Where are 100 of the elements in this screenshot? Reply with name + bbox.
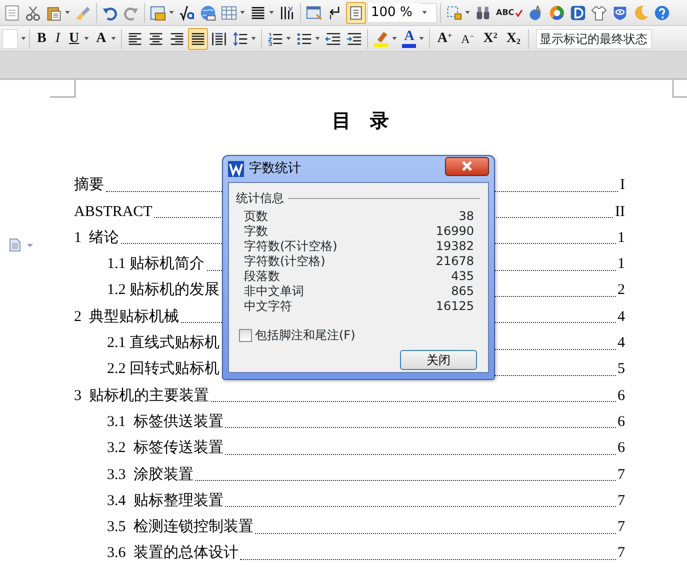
- markup-display-field[interactable]: 显示标记的最终状态: [536, 28, 652, 48]
- check-icon: [515, 8, 524, 16]
- globe-icon: [200, 4, 216, 20]
- contents-heading: 目 录: [332, 111, 389, 132]
- align-left-icon: [127, 30, 144, 46]
- brush-icon: [75, 4, 91, 20]
- bold-button[interactable]: B: [33, 28, 50, 50]
- stat-value: 16990: [436, 224, 474, 239]
- moon-icon: [633, 4, 650, 20]
- increase-indent-icon: [346, 30, 362, 46]
- close-button[interactable]: [445, 156, 489, 176]
- caret-icon[interactable]: [169, 11, 174, 14]
- page-number: I: [620, 176, 625, 196]
- toc-entry: 3 贴标机的主要装置: [74, 386, 209, 406]
- caret-icon[interactable]: [240, 11, 245, 14]
- page-corner-mark: [50, 80, 76, 98]
- italic-button[interactable]: I: [51, 28, 64, 50]
- page-number: 7: [618, 466, 625, 485]
- page-number: 4: [618, 308, 625, 327]
- bullet-list-icon: [296, 30, 312, 46]
- caret-icon[interactable]: [111, 37, 116, 40]
- spellcheck-button[interactable]: ABC: [494, 2, 526, 24]
- caret-icon[interactable]: [269, 11, 274, 14]
- underline-button[interactable]: U: [65, 28, 92, 50]
- superscript-button[interactable]: X$^{2}$: [479, 28, 502, 50]
- font-size-field[interactable]: [2, 28, 18, 48]
- toc-entry: 1 绪论: [74, 228, 119, 248]
- page-number: 2: [618, 281, 625, 300]
- align-justify-button[interactable]: [188, 28, 208, 50]
- align-justify-icon: [190, 30, 206, 46]
- formula-icon: [179, 4, 195, 20]
- caret-icon[interactable]: [84, 37, 90, 40]
- text-direction-icon: [279, 4, 295, 20]
- dialog-title: 字数统计: [249, 160, 301, 178]
- caret-icon[interactable]: [422, 11, 427, 14]
- stat-label: 字符数(计空格): [244, 254, 326, 269]
- toc-entry: 1.2 贴标机的发展: [107, 280, 220, 300]
- toc-entry: 2 典型贴标机械: [74, 308, 179, 327]
- stat-value: 19382: [436, 239, 474, 254]
- table-icon: [221, 4, 237, 20]
- group-label: 统计信息: [236, 190, 284, 207]
- page-number: 1: [618, 255, 625, 274]
- text-effects-button[interactable]: A: [92, 28, 118, 50]
- stat-label: 中文字符: [244, 299, 292, 314]
- stat-label: 段落数: [244, 269, 280, 284]
- page-number: 7: [618, 518, 625, 538]
- grow-font-button[interactable]: A$^{+}$: [433, 28, 456, 50]
- page-corner-mark: [672, 80, 687, 98]
- app-logo-icon: [228, 161, 244, 177]
- shirt-icon: [591, 4, 608, 20]
- shrink-font-button[interactable]: A$^{−}$: [457, 28, 478, 50]
- toc-entry: 3.2 标签传送装置: [107, 438, 224, 458]
- toc-entry: 3.5 检测连锁控制装置: [107, 518, 254, 538]
- toc-entry: 3.1 标签供送装置: [107, 412, 224, 432]
- page-icon: [4, 4, 20, 20]
- page-number: 7: [618, 544, 625, 564]
- toc-entry: 摘要: [74, 176, 104, 196]
- caret-icon[interactable]: [315, 37, 320, 40]
- d-logo-icon: [570, 4, 586, 20]
- caret-icon[interactable]: [21, 37, 26, 40]
- caret-icon[interactable]: [286, 37, 292, 40]
- page-number: 6: [618, 439, 625, 458]
- decrease-indent-icon: [325, 30, 342, 46]
- align-right-icon: [169, 30, 186, 46]
- page-number: 6: [618, 386, 625, 406]
- font-color-button[interactable]: A: [400, 28, 426, 50]
- close-dialog-button[interactable]: 关闭: [400, 350, 477, 370]
- close-icon: [461, 161, 473, 171]
- stat-label: 字数: [244, 224, 268, 239]
- checkbox[interactable]: [239, 328, 252, 342]
- help-icon: [654, 4, 670, 20]
- toc-entry: 2.2 回转式贴标机: [107, 360, 220, 380]
- page-number: 5: [618, 360, 625, 380]
- subscript-button[interactable]: X$_{2}$: [502, 28, 525, 50]
- page-number: 6: [618, 412, 625, 432]
- stat-value: 865: [451, 284, 474, 299]
- clipboard-icon: [46, 4, 62, 20]
- stat-label: 非中文单词: [244, 284, 304, 299]
- stat-value: 16125: [436, 299, 474, 314]
- caret-icon[interactable]: [392, 37, 398, 40]
- toc-entry: 3.4 贴标整理装置: [107, 492, 224, 511]
- numbered-list-icon: [267, 30, 284, 46]
- checkbox-label: 包括脚注和尾注(F): [255, 327, 356, 344]
- caret-icon[interactable]: [465, 11, 470, 14]
- stat-value: 38: [458, 209, 474, 224]
- zoom-field[interactable]: 100 %: [367, 2, 437, 22]
- document-icon: [306, 4, 322, 20]
- selection-frame-icon: [446, 4, 462, 20]
- caret-icon[interactable]: [251, 37, 256, 40]
- toc-entry: 3.6 装置的总体设计: [107, 544, 238, 564]
- redo-icon: [123, 4, 139, 20]
- paragraph-menu-icon[interactable]: [9, 238, 35, 252]
- undo-icon: [102, 4, 118, 20]
- page-view-button[interactable]: [346, 2, 366, 24]
- caret-icon[interactable]: [65, 11, 70, 14]
- page-number: II: [615, 202, 625, 222]
- toc-entry: 3.3 涂胶装置: [107, 466, 194, 485]
- distribute-icon: [211, 30, 228, 46]
- toc-entry: ABSTRACT: [74, 202, 152, 222]
- caret-icon[interactable]: [419, 37, 424, 40]
